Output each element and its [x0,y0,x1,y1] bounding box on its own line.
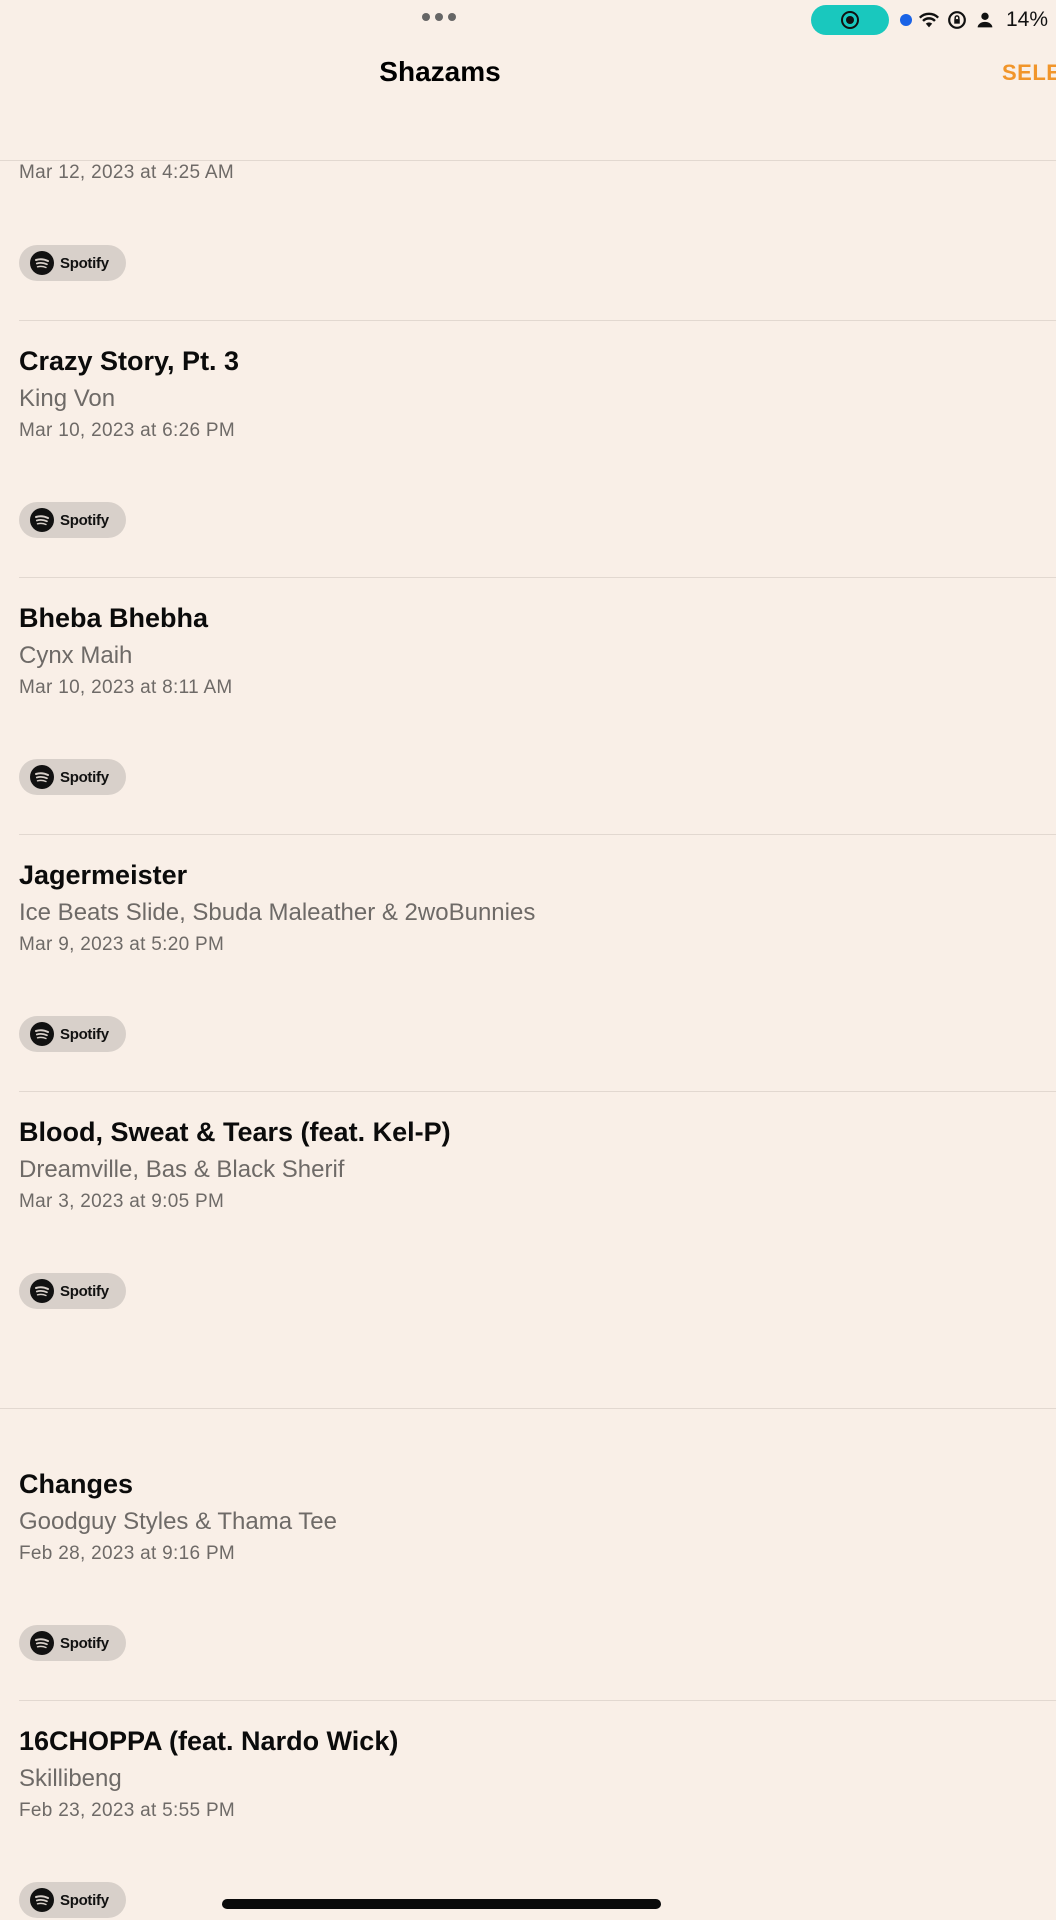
track-date: Mar 3, 2023 at 9:05 PM [19,1191,225,1212]
track-date: Mar 12, 2023 at 4:25 AM [19,162,234,183]
track-title: 16CHOPPA (feat. Nardo Wick) [19,1726,399,1756]
track-date: Feb 28, 2023 at 9:16 PM [19,1543,236,1564]
track-title: Crazy Story, Pt. 3 [19,346,240,376]
track-artist: Dreamville, Bas & Black Sherif [19,1156,345,1183]
spotify-icon [30,1022,54,1046]
track-artist: Goodguy Styles & Thama Tee [19,1508,337,1535]
list-item[interactable]: Blood, Sweat & Tears (feat. Kel-P) Dream… [0,1092,1056,1348]
spotify-label: Spotify [60,1282,109,1300]
spotify-icon [30,1631,54,1655]
open-in-spotify-button[interactable]: Spotify [19,245,126,281]
track-title: Changes [19,1469,134,1499]
open-in-spotify-button[interactable]: Spotify [19,502,126,538]
open-in-spotify-button[interactable]: Spotify [19,1273,126,1309]
spotify-label: Spotify [60,511,109,529]
spotify-label: Spotify [60,1025,109,1043]
open-in-spotify-button[interactable]: Spotify [19,759,126,795]
track-title: Jagermeister [19,860,188,890]
spotify-label: Spotify [60,1634,109,1652]
list-item[interactable]: Bheba Bhebha Cynx Maih Mar 10, 2023 at 8… [0,578,1056,834]
spotify-icon [30,508,54,532]
spotify-icon [30,1888,54,1912]
open-in-spotify-button[interactable]: Spotify [19,1625,126,1661]
home-indicator[interactable] [222,1899,661,1909]
track-date: Mar 10, 2023 at 6:26 PM [19,420,236,441]
list-item[interactable]: Changes Goodguy Styles & Thama Tee Feb 2… [0,1444,1056,1700]
track-date: Mar 9, 2023 at 5:20 PM [19,934,225,955]
spotify-label: Spotify [60,254,109,272]
track-artist: Ice Beats Slide, Sbuda Maleather & 2woBu… [19,899,536,926]
track-artist: Skillibeng [19,1765,122,1792]
track-artist: King Von [19,385,116,412]
spotify-icon [30,765,54,789]
open-in-spotify-button[interactable]: Spotify [19,1882,126,1918]
spotify-icon [30,1279,54,1303]
list-item[interactable]: Mar 12, 2023 at 4:25 AM Spotify [0,0,1056,320]
spotify-label: Spotify [60,1891,109,1909]
open-in-spotify-button[interactable]: Spotify [19,1016,126,1052]
track-date: Feb 23, 2023 at 5:55 PM [19,1800,236,1821]
shazams-page: 14% Shazams SELE Mar 12, 2023 at 4:25 AM… [0,0,1056,1920]
spotify-label: Spotify [60,768,109,786]
list-item[interactable]: 16CHOPPA (feat. Nardo Wick) Skillibeng F… [0,1701,1056,1920]
track-title: Blood, Sweat & Tears (feat. Kel-P) [19,1117,451,1147]
track-artist: Cynx Maih [19,642,133,669]
track-title: Bheba Bhebha [19,603,209,633]
section-divider [0,1408,1056,1409]
track-date: Mar 10, 2023 at 8:11 AM [19,677,233,698]
list-item[interactable]: Jagermeister Ice Beats Slide, Sbuda Male… [0,835,1056,1091]
spotify-icon [30,251,54,275]
list-item[interactable]: Crazy Story, Pt. 3 King Von Mar 10, 2023… [0,321,1056,577]
